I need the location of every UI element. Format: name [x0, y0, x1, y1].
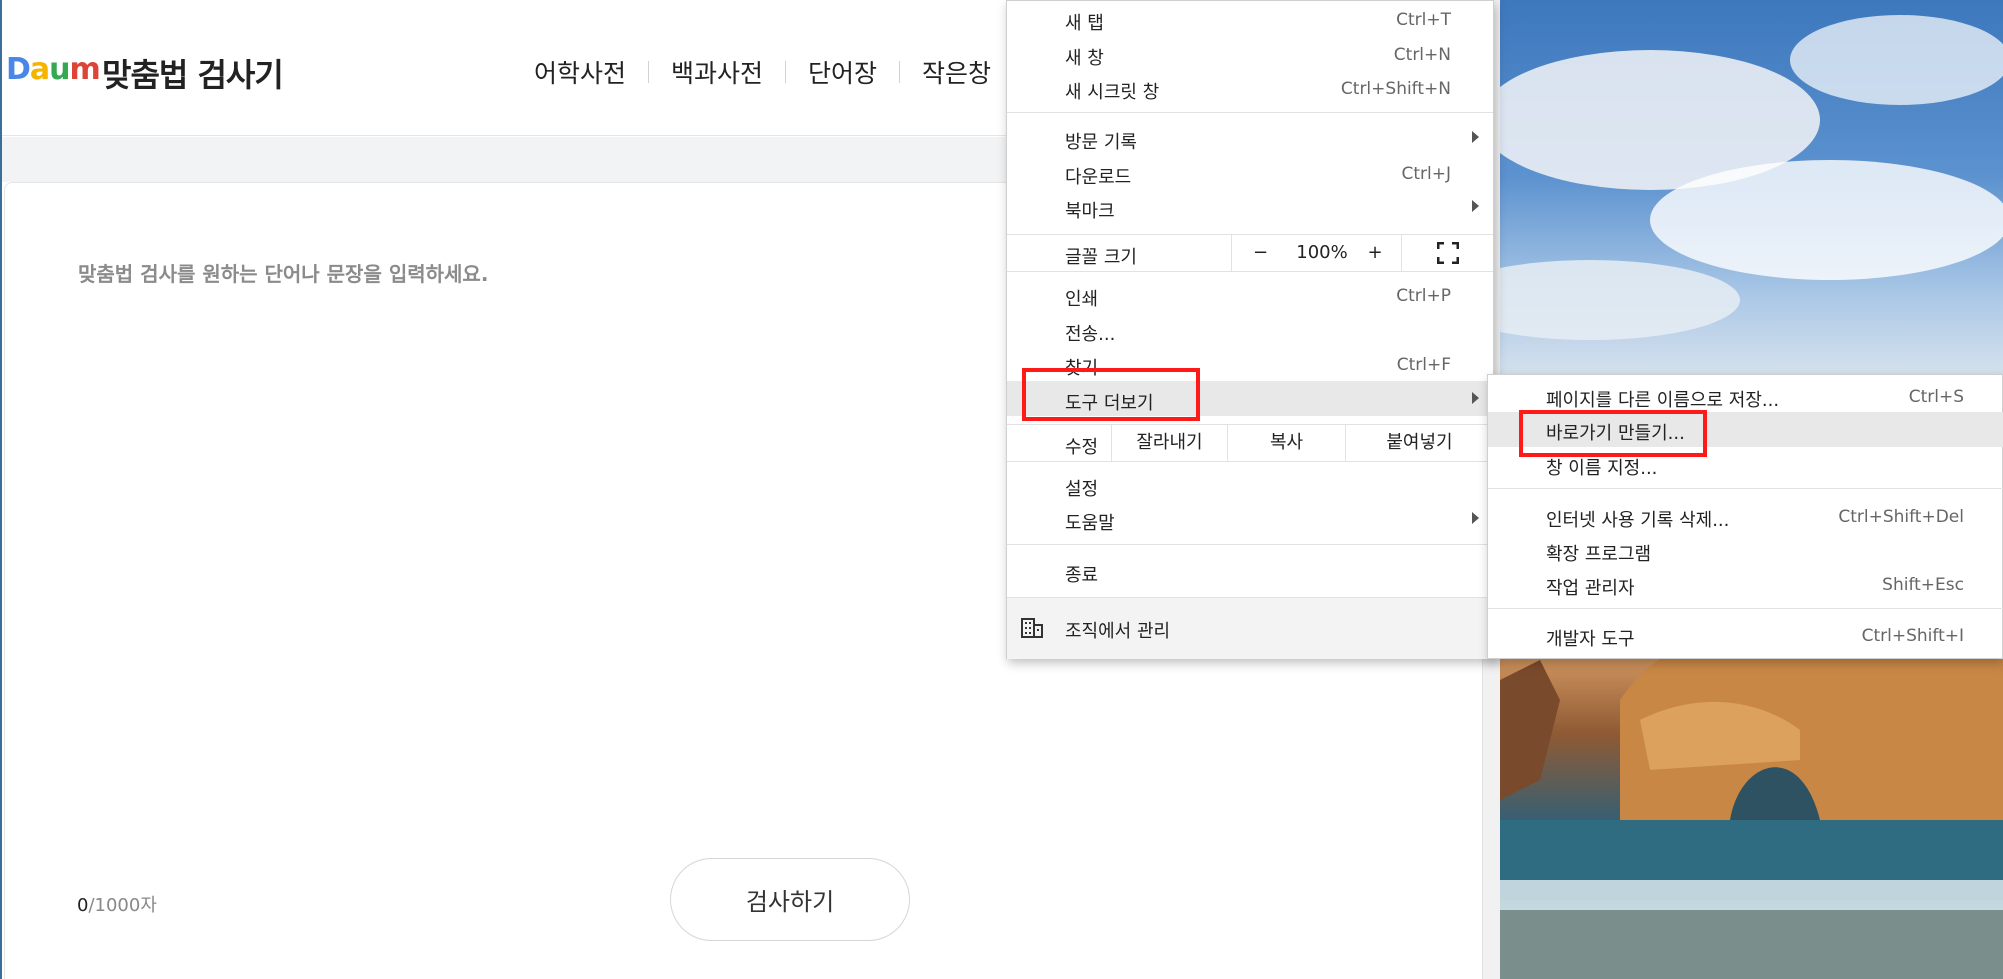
menu-edit-row: 수정 잘라내기 복사 붙여넣기 — [1007, 424, 1493, 462]
logo-letter: m — [69, 52, 101, 87]
menu-item-shortcut: Ctrl+Shift+I — [1861, 626, 1964, 646]
menu-item-label: 북마크 — [1065, 201, 1115, 222]
menu-item-shortcut: Ctrl+Shift+N — [1340, 79, 1451, 99]
daum-logo[interactable]: Daum — [6, 52, 101, 87]
menu-item-label: 다운로드 — [1065, 167, 1132, 188]
menu-item-label: 페이지를 다른 이름으로 저장... — [1546, 390, 1780, 411]
menu-item-print[interactable]: 인쇄 Ctrl+P — [1007, 280, 1493, 312]
menu-item-incognito[interactable]: 새 시크릿 창 Ctrl+Shift+N — [1007, 73, 1493, 105]
menu-item-shortcut: Ctrl+S — [1908, 387, 1964, 407]
check-button[interactable]: 검사하기 — [670, 858, 910, 941]
menu-item-shortcut: Shift+Esc — [1882, 575, 1964, 595]
menu-item-history[interactable]: 방문 기록 — [1007, 123, 1493, 155]
menu-divider — [1488, 488, 2003, 489]
menu-item-label: 조직에서 관리 — [1065, 621, 1171, 642]
submenu-item-clear-browsing-data[interactable]: 인터넷 사용 기록 삭제... Ctrl+Shift+Del — [1488, 501, 2003, 533]
menu-item-shortcut: Ctrl+J — [1401, 164, 1451, 184]
menu-zoom-row: 글꼴 크기 − 100% + — [1007, 234, 1493, 272]
copy-button[interactable]: 복사 — [1227, 425, 1345, 461]
submenu-arrow-icon — [1472, 200, 1479, 212]
menu-item-label: 작업 관리자 — [1546, 578, 1635, 599]
menu-item-label: 새 탭 — [1065, 13, 1104, 34]
menu-item-bookmarks[interactable]: 북마크 — [1007, 192, 1493, 224]
submenu-item-save-as[interactable]: 페이지를 다른 이름으로 저장... Ctrl+S — [1488, 381, 2003, 413]
menu-item-label: 인터넷 사용 기록 삭제... — [1546, 510, 1730, 531]
char-counter: 0/1000자 — [77, 891, 157, 917]
logo-letter: a — [29, 52, 50, 87]
edit-label: 수정 — [1065, 437, 1099, 458]
menu-item-cast[interactable]: 전송... — [1007, 315, 1493, 347]
logo-letter: D — [6, 52, 31, 87]
highlight-box-create-shortcut — [1519, 410, 1707, 457]
menu-item-help[interactable]: 도움말 — [1007, 504, 1493, 536]
fullscreen-button[interactable] — [1401, 235, 1493, 271]
menu-divider — [1007, 112, 1493, 113]
logo-letter: u — [49, 52, 70, 87]
menu-item-label: 인쇄 — [1065, 289, 1099, 310]
submenu-item-extensions[interactable]: 확장 프로그램 — [1488, 535, 2003, 567]
menu-divider — [1488, 608, 2003, 609]
menu-item-shortcut: Ctrl+Shift+Del — [1838, 507, 1964, 527]
menu-item-label: 전송... — [1065, 324, 1116, 345]
zoom-level: 100% — [1296, 242, 1348, 263]
menu-divider — [1007, 544, 1493, 545]
menu-item-shortcut: Ctrl+N — [1393, 45, 1451, 65]
highlight-box-more-tools — [1022, 368, 1200, 421]
building-icon — [1021, 618, 1043, 638]
submenu-arrow-icon — [1472, 131, 1479, 143]
menu-item-new-window[interactable]: 새 창 Ctrl+N — [1007, 39, 1493, 71]
browser-menu: 새 탭 Ctrl+T 새 창 Ctrl+N 새 시크릿 창 Ctrl+Shift… — [1006, 0, 1494, 659]
nav-link-small-window[interactable]: 작은창 — [900, 54, 1013, 90]
menu-item-label: 방문 기록 — [1065, 132, 1137, 153]
submenu-arrow-icon — [1472, 512, 1479, 524]
submenu-item-developer-tools[interactable]: 개발자 도구 Ctrl+Shift+I — [1488, 620, 2003, 652]
nav-link-encyclopedia[interactable]: 백과사전 — [649, 54, 785, 90]
nav-link-dictionary[interactable]: 어학사전 — [512, 54, 648, 90]
menu-item-label: 종료 — [1065, 565, 1099, 586]
zoom-out-button[interactable]: − — [1231, 235, 1289, 271]
menu-item-label: 도움말 — [1065, 513, 1115, 534]
char-limit: /1000자 — [88, 895, 157, 916]
top-nav: 어학사전 백과사전 단어장 작은창 — [512, 54, 1013, 90]
char-count: 0 — [77, 895, 89, 916]
submenu-item-task-manager[interactable]: 작업 관리자 Shift+Esc — [1488, 569, 2003, 601]
text-input-placeholder[interactable]: 맞춤법 검사를 원하는 단어나 문장을 입력하세요. — [78, 258, 488, 287]
nav-link-wordbook[interactable]: 단어장 — [786, 54, 899, 90]
site-title[interactable]: 맞춤법 검사기 — [102, 50, 284, 96]
fullscreen-icon — [1436, 241, 1459, 265]
menu-item-new-tab[interactable]: 새 탭 Ctrl+T — [1007, 4, 1493, 36]
paste-button[interactable]: 붙여넣기 — [1345, 425, 1493, 461]
menu-item-label: 개발자 도구 — [1546, 629, 1635, 650]
menu-item-shortcut: Ctrl+F — [1396, 355, 1451, 375]
menu-item-downloads[interactable]: 다운로드 Ctrl+J — [1007, 158, 1493, 190]
cut-button[interactable]: 잘라내기 — [1111, 425, 1227, 461]
menu-item-label: 새 창 — [1065, 48, 1104, 69]
menu-item-managed-by-org[interactable]: 조직에서 관리 — [1007, 597, 1493, 659]
zoom-label: 글꼴 크기 — [1065, 247, 1137, 268]
menu-item-label: 창 이름 지정... — [1546, 458, 1658, 479]
menu-item-exit[interactable]: 종료 — [1007, 556, 1493, 588]
menu-item-shortcut: Ctrl+P — [1396, 286, 1451, 306]
menu-item-settings[interactable]: 설정 — [1007, 470, 1493, 502]
submenu-arrow-icon — [1472, 392, 1479, 404]
menu-item-label: 설정 — [1065, 479, 1099, 500]
zoom-in-button[interactable]: + — [1355, 235, 1395, 271]
menu-item-label: 새 시크릿 창 — [1065, 82, 1160, 103]
menu-item-label: 확장 프로그램 — [1546, 544, 1652, 565]
menu-item-shortcut: Ctrl+T — [1396, 10, 1451, 30]
